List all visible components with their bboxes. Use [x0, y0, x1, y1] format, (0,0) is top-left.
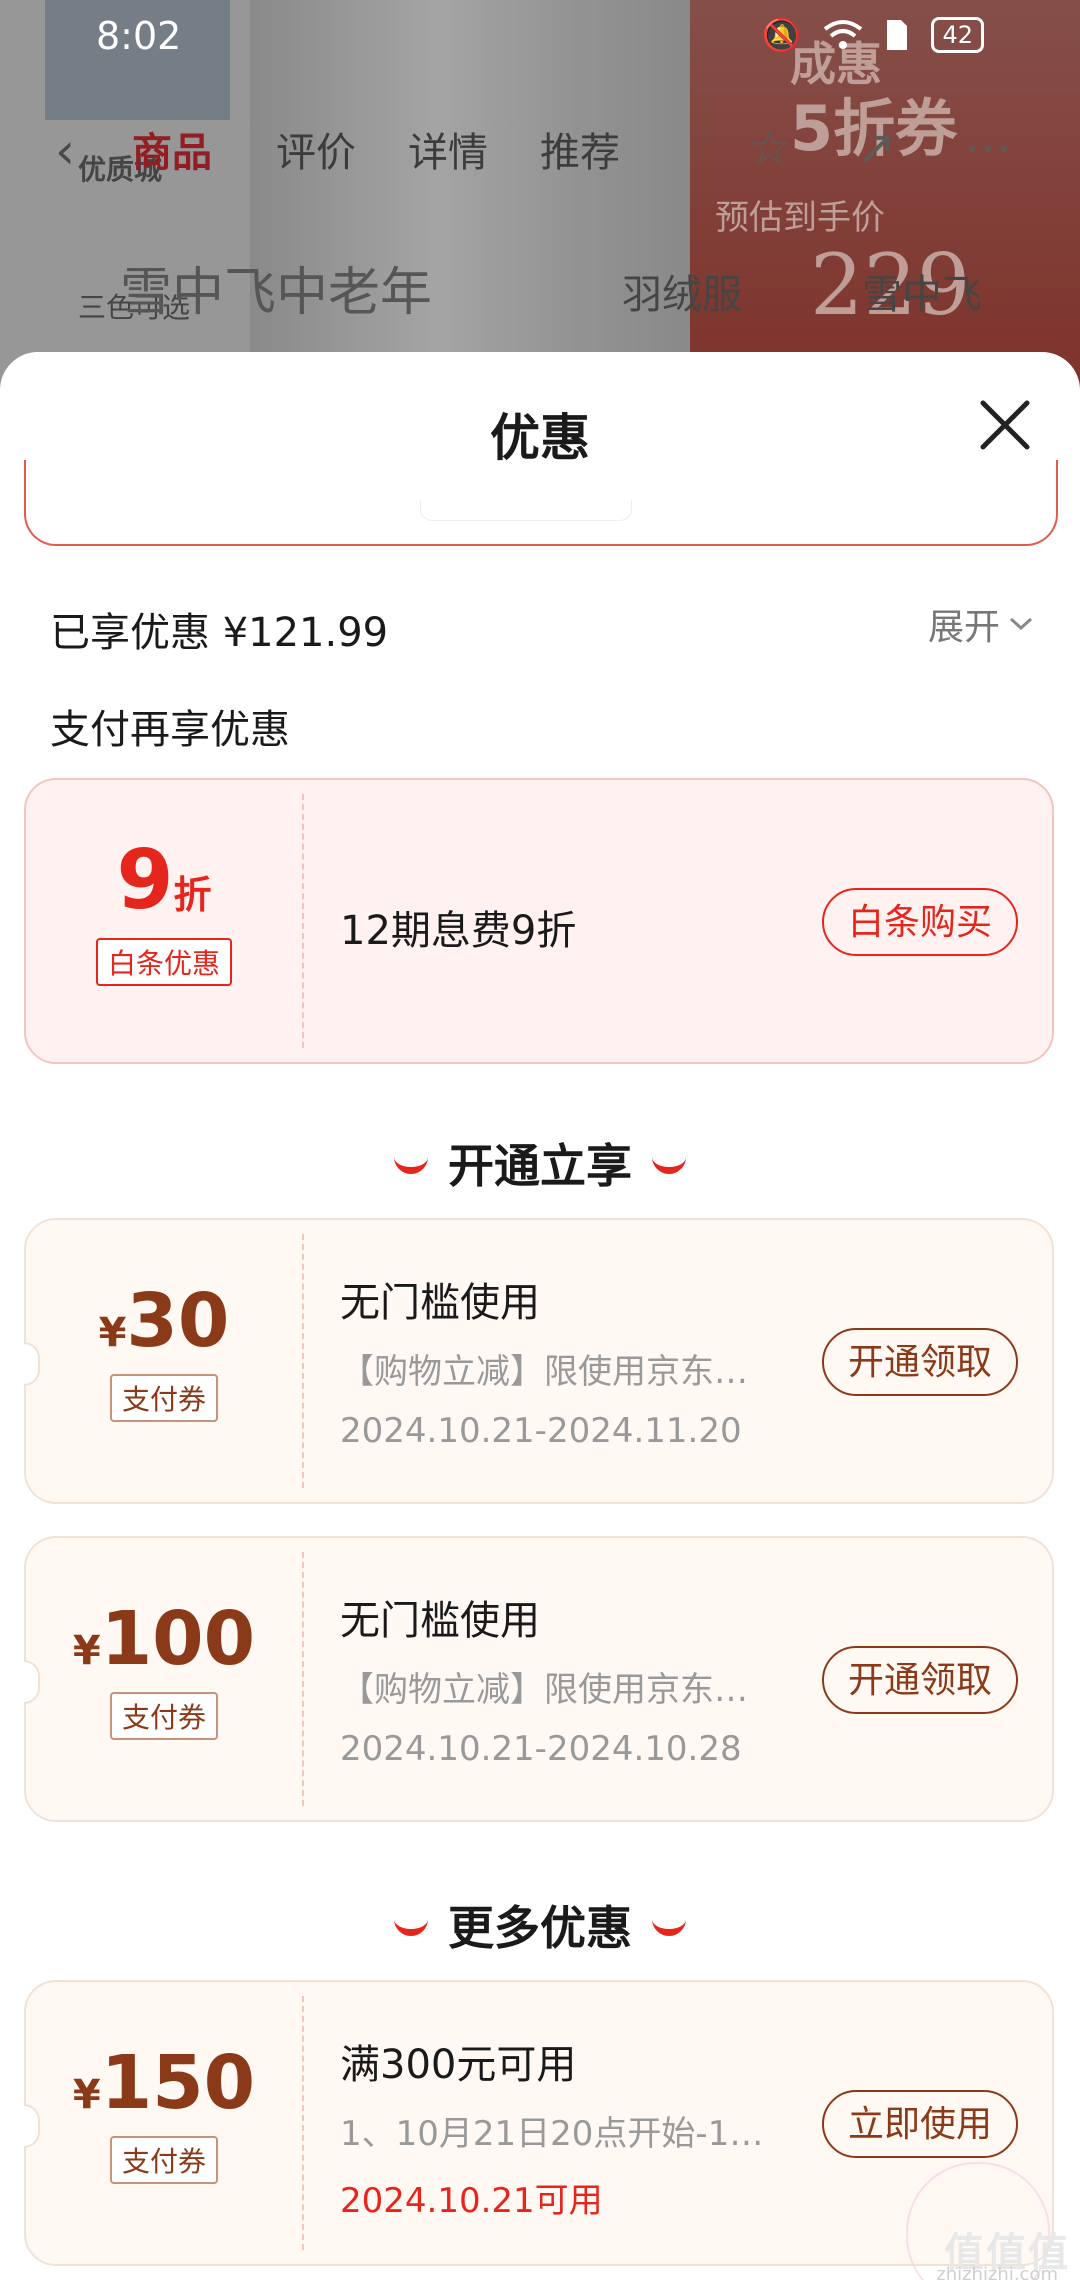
- coupon-card: ¥150 支付券 满300元可用 1、10月21日20点开始-1… 2024.1…: [24, 1980, 1054, 2266]
- activate-claim-button[interactable]: 开通领取: [821, 1646, 1018, 1714]
- baitiao-text: 12期息费9折: [340, 908, 577, 954]
- coupon-tag: 支付券: [109, 2136, 218, 2184]
- status-bar: 8:02 🔕 42: [0, 0, 1080, 80]
- currency-symbol: ¥: [72, 2072, 101, 2118]
- coupon-info: 满300元可用 1、10月21日20点开始-1… 2024.10.21可用: [340, 2032, 810, 2222]
- coupon-card: ¥30 支付券 无门槛使用 【购物立减】限使用京东… 2024.10.21-20…: [24, 1218, 1054, 1504]
- section-header-open: 开通立享: [0, 1130, 1080, 1196]
- section-open-label: 开通立享: [448, 1139, 632, 1193]
- currency-symbol: ¥: [98, 1310, 127, 1356]
- chevron-down-icon: [1009, 617, 1033, 631]
- card-divider: [302, 1234, 304, 1488]
- baitiao-left: 9折 白条优惠: [26, 840, 302, 986]
- baitiao-discount: 9: [116, 833, 174, 928]
- coupon-desc: 1、10月21日20点开始-1…: [340, 2114, 764, 2154]
- baitiao-discount-unit: 折: [173, 873, 212, 917]
- coupon-amount: 100: [100, 1596, 256, 1682]
- coupon-amount: 30: [126, 1278, 230, 1364]
- close-icon: [980, 400, 1030, 450]
- coupon-info: 无门槛使用 【购物立减】限使用京东… 2024.10.21-2024.10.28: [340, 1588, 810, 1769]
- expand-label: 展开: [927, 607, 1000, 648]
- mute-notification-icon: 🔕: [761, 16, 802, 54]
- frame-tab: [420, 500, 632, 521]
- card-divider: [302, 794, 304, 1048]
- baitiao-buy-button[interactable]: 白条购买: [821, 888, 1018, 956]
- pay-more-heading: 支付再享优惠: [50, 707, 290, 753]
- status-time: 8:02: [96, 14, 182, 58]
- coupon-left: ¥150 支付券: [26, 2046, 302, 2184]
- background-product-page: 成惠 5折券 预估到手价 229 ‹ 优质城 商品 评价 详情 推荐 ☆ ↗ ⋯…: [0, 0, 1080, 400]
- baitiao-info: 12期息费9折: [340, 898, 810, 956]
- coupon-date: 2024.10.21可用: [340, 2181, 603, 2221]
- use-now-button[interactable]: 立即使用: [821, 2090, 1018, 2158]
- coupon-title: 无门槛使用: [340, 1598, 540, 1644]
- coupon-tag: 支付券: [109, 1374, 218, 1422]
- smile-icon: [394, 1149, 428, 1174]
- section-header-more: 更多优惠: [0, 1892, 1080, 1958]
- coupon-card: ¥100 支付券 无门槛使用 【购物立减】限使用京东… 2024.10.21-2…: [24, 1536, 1054, 1822]
- coupon-left: ¥30 支付券: [26, 1284, 302, 1422]
- coupon-title: 满300元可用: [340, 2042, 577, 2088]
- smile-icon: [652, 1149, 686, 1174]
- section-more-label: 更多优惠: [448, 1901, 632, 1955]
- battery-icon: 42: [931, 17, 984, 53]
- wifi-icon: [824, 20, 863, 49]
- smile-icon: [394, 1911, 428, 1936]
- coupon-amount: 150: [100, 2040, 256, 2126]
- activate-claim-button[interactable]: 开通领取: [821, 1328, 1018, 1396]
- coupon-date: 2024.10.21-2024.11.20: [340, 1411, 742, 1451]
- coupon-info: 无门槛使用 【购物立减】限使用京东… 2024.10.21-2024.11.20: [340, 1270, 810, 1451]
- coupon-desc: 【购物立减】限使用京东…: [340, 1670, 748, 1710]
- coupon-left: ¥100 支付券: [26, 1602, 302, 1740]
- expand-button[interactable]: 展开: [928, 598, 1034, 650]
- baitiao-tag: 白条优惠: [95, 938, 232, 986]
- coupon-date: 2024.10.21-2024.10.28: [340, 1729, 742, 1769]
- baitiao-card: 9折 白条优惠 12期息费9折 白条购买: [24, 778, 1054, 1064]
- sim-card-icon: [887, 20, 908, 50]
- close-button[interactable]: [970, 390, 1040, 460]
- card-divider: [302, 1552, 304, 1806]
- currency-symbol: ¥: [72, 1628, 101, 1674]
- smile-icon: [652, 1911, 686, 1936]
- coupon-title: 无门槛使用: [340, 1280, 540, 1326]
- saved-discount-text: 已享优惠 ¥121.99: [50, 610, 389, 656]
- card-divider: [302, 1996, 304, 2250]
- coupon-tag: 支付券: [109, 1692, 218, 1740]
- watermark-url: zhizhizhi.com: [936, 2264, 1058, 2280]
- discount-sheet: 优惠 已享优惠 ¥121.99 展开 支付再享优惠 9折 白条优惠 12期息费9…: [0, 352, 1080, 2280]
- coupon-desc: 【购物立减】限使用京东…: [340, 1352, 748, 1392]
